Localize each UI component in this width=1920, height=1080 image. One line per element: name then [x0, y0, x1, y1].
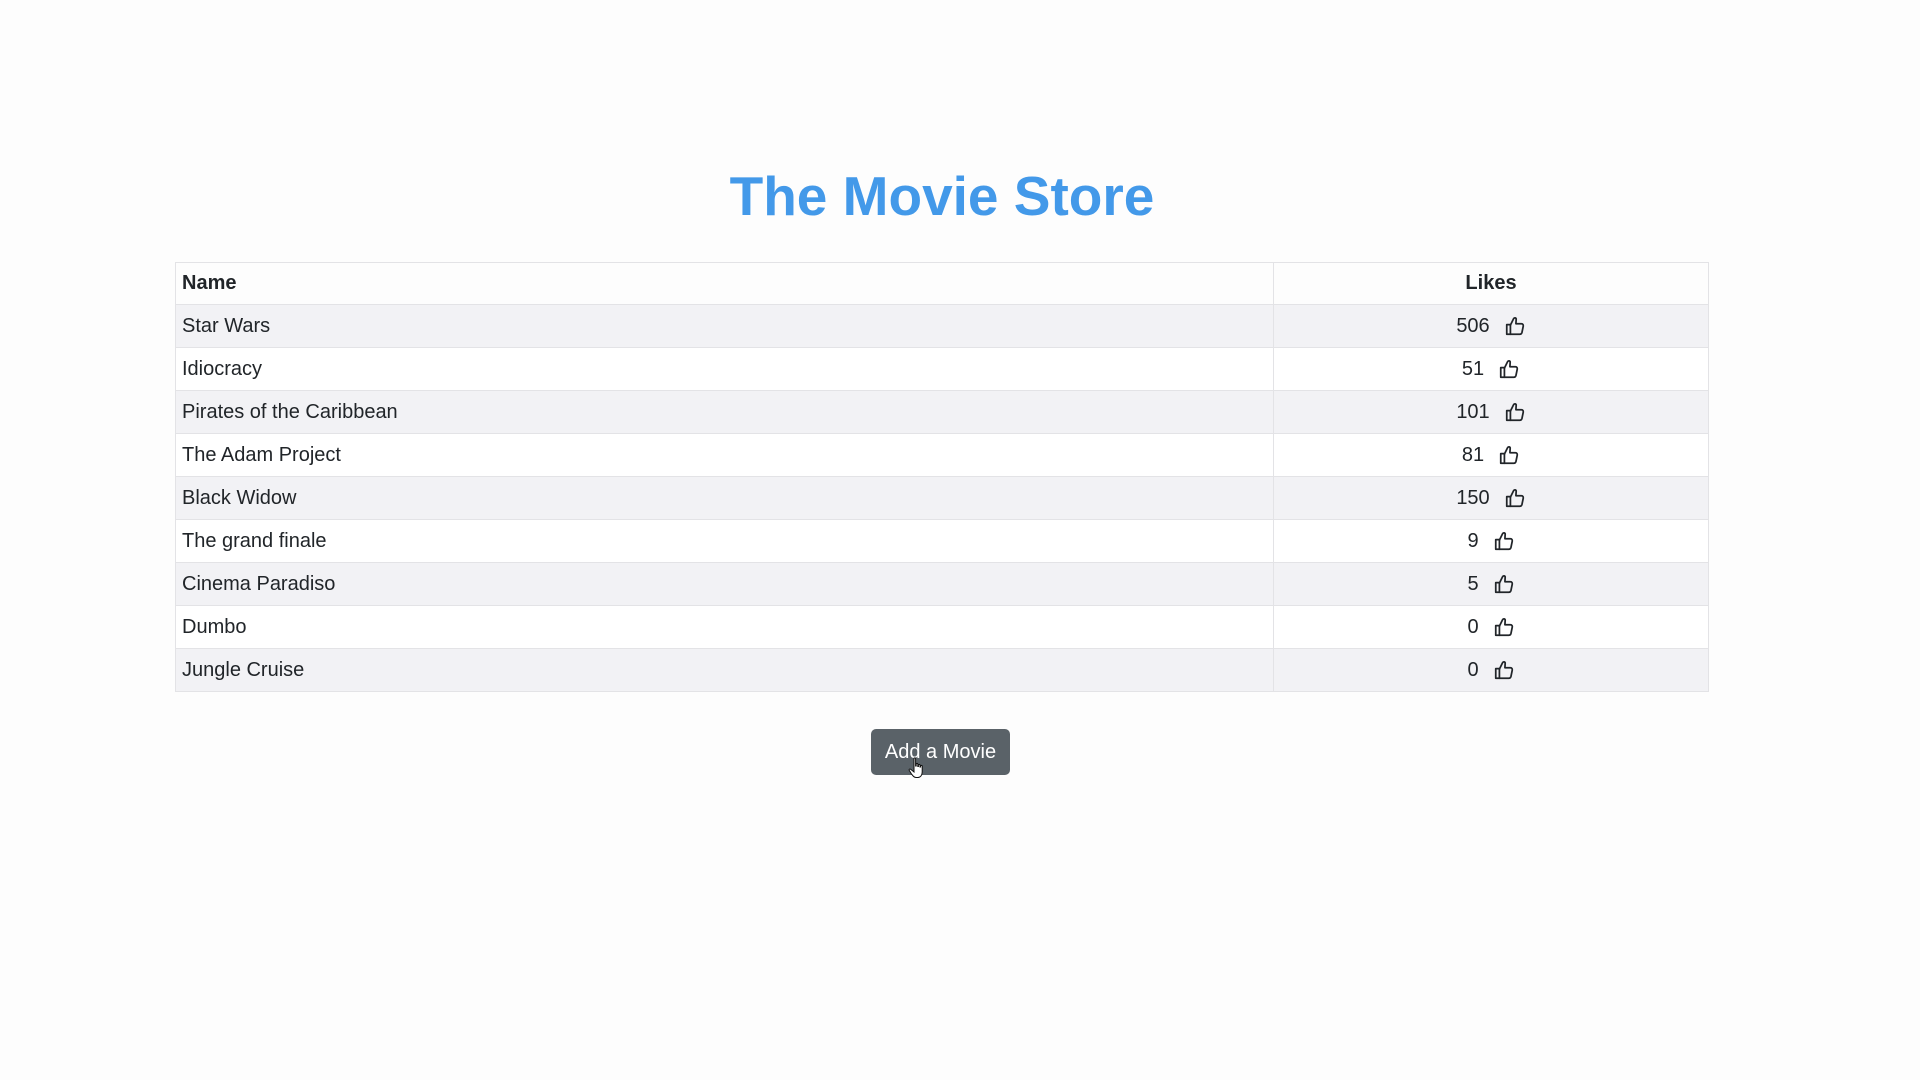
table-row: Idiocracy 51: [175, 347, 1709, 391]
movie-name-cell: Cinema Paradiso: [175, 562, 1274, 606]
likes-cell: 9: [1273, 519, 1709, 563]
table-row: Cinema Paradiso 5: [175, 562, 1709, 606]
table-row: The grand finale 9: [175, 519, 1709, 563]
movie-name-cell: Idiocracy: [175, 347, 1274, 391]
likes-count: 150: [1456, 486, 1490, 509]
movie-name-cell: Jungle Cruise: [175, 648, 1274, 692]
likes-cell: 0: [1273, 605, 1709, 649]
likes-count: 0: [1467, 615, 1479, 638]
movie-name-cell: The grand finale: [175, 519, 1274, 563]
thumbs-up-icon[interactable]: [1493, 616, 1515, 638]
header-likes: Likes: [1273, 262, 1709, 305]
likes-count: 0: [1467, 658, 1479, 681]
movie-name-cell: Dumbo: [175, 605, 1274, 649]
likes-group: 150: [1456, 487, 1525, 510]
likes-count: 81: [1461, 443, 1485, 466]
likes-group: 51: [1462, 358, 1520, 381]
table-row: Star Wars 506: [175, 304, 1709, 348]
likes-group: 506: [1456, 315, 1525, 338]
likes-count: 506: [1456, 314, 1490, 337]
likes-group: 0: [1467, 659, 1514, 682]
table-row: Dumbo 0: [175, 605, 1709, 649]
likes-count: 9: [1467, 529, 1479, 552]
likes-group: 0: [1467, 616, 1514, 639]
likes-cell: 150: [1273, 476, 1709, 520]
table-row: Black Widow 150: [175, 476, 1709, 520]
table-row: Jungle Cruise 0: [175, 648, 1709, 692]
page: The Movie Store Name Likes Star Wars 506 I…: [0, 0, 1920, 1080]
table-row: The Adam Project 81: [175, 433, 1709, 477]
movie-name-cell: Pirates of the Caribbean: [175, 390, 1274, 434]
table-body: Star Wars 506 Idiocracy 51 Pirates of the Ca…: [175, 304, 1709, 692]
likes-group: 9: [1467, 530, 1514, 553]
likes-cell: 506: [1273, 304, 1709, 348]
likes-count: 101: [1456, 400, 1490, 423]
movie-name-cell: Star Wars: [175, 304, 1274, 348]
likes-cell: 5: [1273, 562, 1709, 606]
table-header-row: Name Likes: [175, 262, 1709, 305]
thumbs-up-icon[interactable]: [1493, 530, 1515, 552]
thumbs-up-icon[interactable]: [1504, 487, 1526, 509]
movie-name-cell: Black Widow: [175, 476, 1274, 520]
page-title: The Movie Store: [729, 165, 1155, 227]
thumbs-up-icon[interactable]: [1498, 358, 1520, 380]
likes-group: 81: [1462, 444, 1520, 467]
likes-cell: 81: [1273, 433, 1709, 477]
table-row: Pirates of the Caribbean 101: [175, 390, 1709, 434]
thumbs-up-icon[interactable]: [1498, 444, 1520, 466]
movies-table: Name Likes Star Wars 506 Idiocracy 51 Pirate…: [175, 262, 1709, 692]
thumbs-up-icon[interactable]: [1504, 315, 1526, 337]
likes-cell: 51: [1273, 347, 1709, 391]
add-movie-button[interactable]: Add a Movie: [871, 729, 1010, 775]
likes-group: 5: [1467, 573, 1514, 596]
likes-cell: 0: [1273, 648, 1709, 692]
thumbs-up-icon[interactable]: [1504, 401, 1526, 423]
thumbs-up-icon[interactable]: [1493, 659, 1515, 681]
movie-name-cell: The Adam Project: [175, 433, 1274, 477]
likes-cell: 101: [1273, 390, 1709, 434]
likes-group: 101: [1456, 401, 1525, 424]
movies-table-container: Name Likes Star Wars 506 Idiocracy 51 Pirate…: [175, 262, 1709, 692]
likes-count: 51: [1461, 357, 1485, 380]
header-name: Name: [175, 262, 1274, 305]
thumbs-up-icon[interactable]: [1493, 573, 1515, 595]
likes-count: 5: [1467, 572, 1479, 595]
